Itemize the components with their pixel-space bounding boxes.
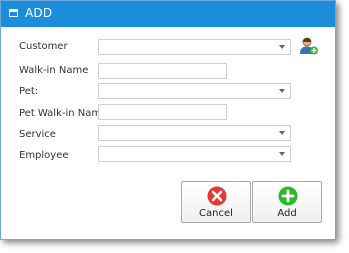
add-button[interactable]: Add <box>252 181 322 223</box>
chevron-down-icon[interactable] <box>279 152 285 156</box>
dialog-title: ADD <box>25 6 53 20</box>
title-bar: ADD <box>1 1 335 27</box>
chevron-down-icon[interactable] <box>279 131 285 135</box>
employee-combobox[interactable] <box>98 146 291 162</box>
walkin-name-label: Walk-in Name <box>19 65 89 76</box>
pet-label: Pet: <box>19 86 39 97</box>
cancel-button-label: Cancel <box>199 208 233 219</box>
chevron-down-icon[interactable] <box>279 89 285 93</box>
pet-combobox[interactable] <box>98 83 291 99</box>
cancel-button[interactable]: Cancel <box>181 181 251 223</box>
walkin-name-input[interactable] <box>98 63 227 79</box>
plus-circle-icon <box>278 186 298 206</box>
employee-label: Employee <box>19 150 69 161</box>
pet-walkin-name-input[interactable] <box>98 104 227 120</box>
customer-label: Customer <box>19 41 68 52</box>
pet-walkin-name-label: Pet Walk-in Name <box>19 108 108 119</box>
service-label: Service <box>19 129 56 140</box>
chevron-down-icon[interactable] <box>279 45 285 49</box>
add-dialog: ADD Customer Walk-in Name Pet: Pet Walk-… <box>0 0 336 240</box>
service-combobox[interactable] <box>98 125 291 141</box>
window-icon <box>9 9 18 17</box>
cancel-x-icon <box>207 186 227 206</box>
add-person-icon[interactable] <box>299 37 319 55</box>
customer-combobox[interactable] <box>98 39 291 55</box>
add-button-label: Add <box>277 208 297 219</box>
